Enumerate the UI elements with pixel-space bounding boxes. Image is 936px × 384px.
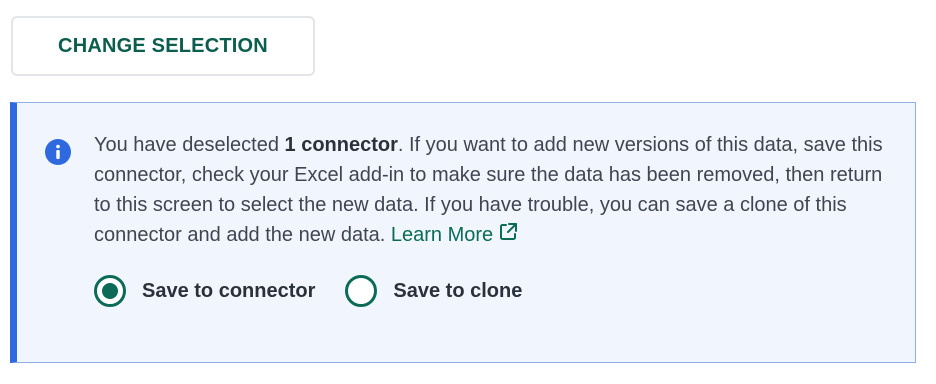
change-selection-button[interactable]: CHANGE SELECTION <box>11 16 315 76</box>
radio-save-to-clone[interactable] <box>345 275 378 307</box>
save-to-connector-option[interactable]: Save to connector <box>94 275 315 307</box>
save-option-radio-group: Save to connector Save to clone <box>94 275 552 307</box>
radio-selected-dot <box>102 283 118 299</box>
banner-message: You have deselected 1 connector. If you … <box>94 130 904 250</box>
radio-save-to-connector[interactable] <box>94 275 126 307</box>
learn-more-label: Learn More <box>390 224 494 246</box>
save-to-clone-label: Save to clone <box>393 279 523 302</box>
info-banner: You have deselected 1 connector. If you … <box>10 102 916 363</box>
save-to-clone-option[interactable]: Save to clone <box>345 275 522 307</box>
deselected-count: 1 connector <box>284 134 398 156</box>
external-link-icon <box>500 223 518 240</box>
learn-more-link[interactable]: Learn More <box>390 223 518 246</box>
save-to-connector-label: Save to connector <box>142 279 316 302</box>
info-icon <box>45 139 71 165</box>
message-text-before: You have deselected <box>94 134 285 156</box>
